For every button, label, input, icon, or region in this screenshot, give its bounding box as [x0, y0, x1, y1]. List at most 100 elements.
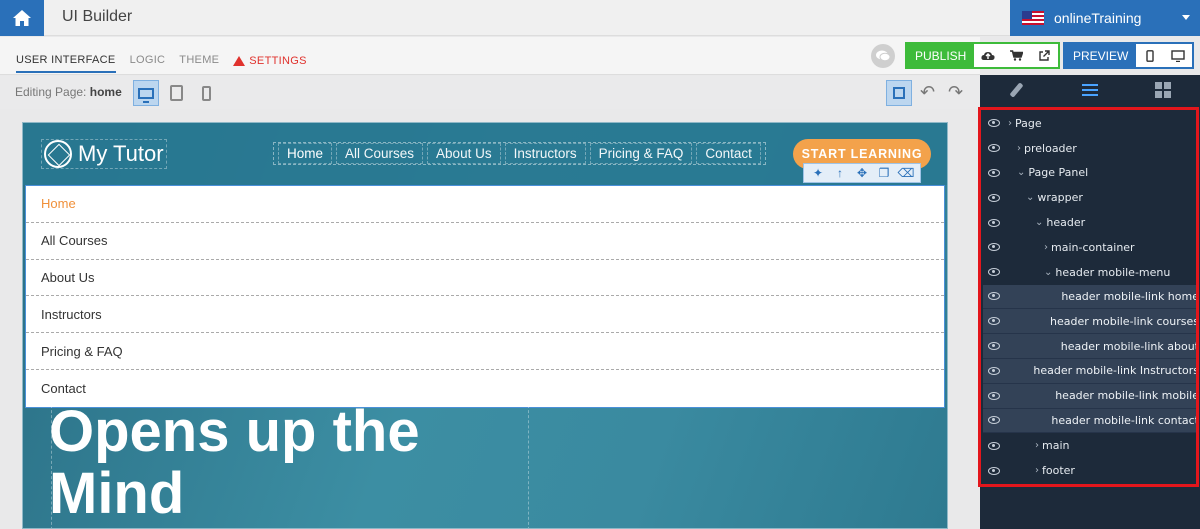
- nav-all-courses[interactable]: All Courses: [336, 143, 424, 164]
- app-title: UI Builder: [62, 8, 133, 25]
- preview-group: PREVIEW: [1063, 42, 1195, 69]
- hero-title[interactable]: Opens up the Mind: [49, 401, 420, 525]
- chevron-right-icon[interactable]: ›: [1044, 242, 1048, 253]
- logo-mark-icon: [44, 140, 72, 168]
- tab-settings-label: SETTINGS: [249, 55, 307, 67]
- desktop-preview-icon[interactable]: [1164, 44, 1192, 67]
- puzzle-icon[interactable]: ✦: [808, 166, 828, 180]
- eye-icon[interactable]: [988, 466, 1000, 475]
- eye-icon[interactable]: [988, 342, 1000, 351]
- eye-icon[interactable]: [988, 268, 1000, 277]
- layer-row[interactable]: header mobile-link Instructors: [983, 358, 1199, 384]
- tab-style[interactable]: [980, 75, 1053, 105]
- layer-row[interactable]: › footer: [983, 458, 1199, 483]
- duplicate-icon[interactable]: ❐: [874, 166, 894, 180]
- tab-blocks[interactable]: [1127, 75, 1200, 105]
- undo-icon[interactable]: ↶: [920, 82, 935, 103]
- delete-icon[interactable]: ⌫: [896, 166, 916, 180]
- chevron-right-icon[interactable]: ›: [1035, 440, 1039, 451]
- move-icon[interactable]: ✥: [852, 166, 872, 180]
- eye-icon[interactable]: [988, 218, 1000, 227]
- eye-icon[interactable]: [988, 366, 1000, 375]
- eye-icon[interactable]: [988, 168, 1000, 177]
- layer-row[interactable]: header mobile-link contact: [983, 408, 1199, 434]
- home-button[interactable]: [0, 0, 44, 36]
- eye-icon[interactable]: [988, 441, 1000, 450]
- page-canvas[interactable]: My Tutor Home All Courses About Us Instr…: [22, 122, 948, 529]
- select-mode-button[interactable]: [886, 80, 912, 106]
- layer-row[interactable]: header mobile-link mobile: [983, 383, 1199, 409]
- monitor-icon: [138, 87, 154, 103]
- mobile-menu[interactable]: Home All Courses About Us Instructors Pr…: [25, 185, 945, 408]
- external-link-icon[interactable]: [1030, 44, 1058, 67]
- eye-icon[interactable]: [988, 416, 1000, 425]
- cart-icon[interactable]: [1002, 44, 1030, 67]
- cloud-upload-icon[interactable]: [974, 44, 1002, 67]
- eye-icon[interactable]: [988, 144, 1000, 153]
- mobile-link-courses[interactable]: All Courses: [26, 223, 944, 260]
- tab-layers[interactable]: [1053, 75, 1126, 105]
- layer-row[interactable]: ⌄ Page Panel: [983, 161, 1199, 186]
- chevron-right-icon[interactable]: ›: [1035, 465, 1039, 476]
- chat-button[interactable]: [871, 44, 895, 68]
- preview-button[interactable]: PREVIEW: [1065, 44, 1137, 67]
- editing-toolbar: Editing Page: home: [0, 76, 980, 109]
- tab-settings[interactable]: SETTINGS: [233, 54, 306, 73]
- phone-view-button[interactable]: [193, 80, 219, 106]
- eye-icon[interactable]: [988, 317, 1000, 326]
- mobile-link-instructors[interactable]: Instructors: [26, 296, 944, 334]
- publish-group: PUBLISH: [905, 42, 1061, 69]
- layer-label: main: [1042, 439, 1070, 453]
- layer-row[interactable]: › preloader: [983, 136, 1199, 161]
- redo-icon[interactable]: ↷: [948, 82, 963, 103]
- layer-label: header mobile-link Instructors: [1033, 364, 1199, 378]
- nav-home[interactable]: Home: [278, 143, 333, 164]
- eye-icon[interactable]: [988, 243, 1000, 252]
- layer-label: Page Panel: [1028, 166, 1089, 180]
- chevron-down-icon[interactable]: ⌄: [1035, 217, 1043, 228]
- nav-pricing-faq[interactable]: Pricing & FAQ: [589, 143, 693, 164]
- tablet-view-button[interactable]: [163, 80, 189, 106]
- mobile-link-home[interactable]: Home: [26, 186, 944, 223]
- chevron-down-icon[interactable]: ⌄: [1017, 167, 1025, 178]
- chevron-right-icon[interactable]: ›: [1017, 143, 1021, 154]
- layer-row[interactable]: header mobile-link home: [983, 284, 1199, 310]
- layer-label: header mobile-link home: [1061, 289, 1199, 303]
- layer-row[interactable]: ⌄ header: [983, 210, 1199, 235]
- layer-label: header: [1046, 216, 1086, 230]
- eye-icon[interactable]: [988, 193, 1000, 202]
- chevron-right-icon[interactable]: ›: [1008, 118, 1012, 129]
- layer-row[interactable]: header mobile-link about: [983, 334, 1199, 359]
- layer-row[interactable]: ⌄ wrapper: [983, 185, 1199, 210]
- mobile-link-about[interactable]: About Us: [26, 260, 944, 297]
- tab-theme[interactable]: THEME: [179, 54, 219, 73]
- layer-row[interactable]: header mobile-link courses: [983, 309, 1199, 335]
- layer-label: header mobile-link about: [1060, 339, 1199, 353]
- layer-label: footer: [1042, 464, 1075, 478]
- layer-row[interactable]: › main: [983, 433, 1199, 458]
- move-up-icon[interactable]: ↑: [830, 166, 850, 180]
- tab-user-interface[interactable]: USER INTERFACE: [16, 54, 116, 73]
- publish-button[interactable]: PUBLISH: [907, 44, 975, 67]
- tab-logic[interactable]: LOGIC: [130, 54, 166, 73]
- chevron-down-icon[interactable]: ⌄: [1026, 192, 1034, 203]
- us-flag-icon: [1022, 11, 1044, 25]
- nav-contact[interactable]: Contact: [696, 143, 761, 164]
- eye-icon[interactable]: [988, 391, 1000, 400]
- layer-row[interactable]: › Page: [983, 111, 1199, 136]
- nav-instructors[interactable]: Instructors: [504, 143, 586, 164]
- desktop-view-button[interactable]: [133, 80, 159, 106]
- chevron-down-icon[interactable]: ⌄: [1044, 267, 1052, 278]
- layer-row[interactable]: ⌄ header mobile-menu: [983, 260, 1199, 285]
- eye-icon[interactable]: [988, 119, 1000, 128]
- layer-label: preloader: [1024, 141, 1077, 155]
- mobile-preview-icon[interactable]: [1136, 44, 1164, 67]
- list-icon: [1081, 84, 1098, 96]
- mobile-link-pricing[interactable]: Pricing & FAQ: [26, 333, 944, 370]
- nav-about-us[interactable]: About Us: [427, 143, 501, 164]
- layer-row[interactable]: › main-container: [983, 235, 1199, 260]
- site-logo[interactable]: My Tutor: [41, 139, 167, 169]
- eye-icon[interactable]: [988, 292, 1000, 301]
- layer-label: main-container: [1051, 240, 1135, 254]
- project-selector[interactable]: onlineTraining: [1010, 0, 1200, 36]
